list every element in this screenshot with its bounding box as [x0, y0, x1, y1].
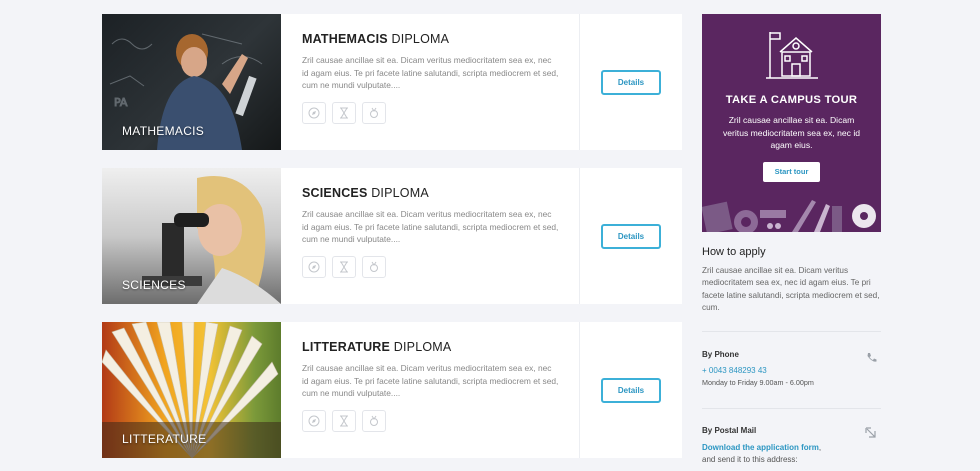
course-image-sciences[interactable]: SCIENCES	[102, 168, 281, 304]
phone-icon	[866, 350, 877, 368]
course-caption: MATHEMACIS	[122, 124, 205, 138]
divider	[702, 331, 881, 332]
phone-number[interactable]: + 0043 848293 43	[702, 366, 881, 375]
course-title-bold: MATHEMACIS	[302, 32, 388, 46]
phone-label: By Phone	[702, 350, 739, 359]
medal-icon	[362, 101, 386, 124]
medal-icon	[362, 409, 386, 432]
phone-hours: Monday to Friday 9.00am - 6.00pm	[702, 378, 814, 387]
course-cta: Details	[580, 322, 682, 458]
course-card-sciences: SCIENCES SCIENCES DIPLOMA Zril causae an…	[102, 168, 682, 304]
course-cta: Details	[580, 14, 682, 150]
course-title[interactable]: MATHEMACIS DIPLOMA	[302, 32, 559, 46]
course-features	[302, 255, 559, 278]
apply-title: How to apply	[702, 246, 766, 258]
course-card-litterature: LITTERATURE LITTERATURE DIPLOMA Zril cau…	[102, 322, 682, 458]
course-description: Zril causae ancillae sit ea. Dicam verit…	[302, 55, 559, 90]
mail-line: Download the application form,	[702, 443, 881, 452]
compass-icon	[302, 255, 326, 278]
course-description: Zril causae ancillae sit ea. Dicam verit…	[302, 209, 559, 244]
course-image-litterature[interactable]: LITTERATURE	[102, 322, 281, 458]
course-title-rest: DIPLOMA	[391, 32, 450, 46]
course-card-mathematics: PA MATHEMACIS MATHEMACIS DIPLOMA Zril ca…	[102, 14, 682, 150]
course-features	[302, 409, 559, 432]
course-body: MATHEMACIS DIPLOMA Zril causae ancillae …	[281, 14, 580, 150]
compass-icon	[302, 409, 326, 432]
mail-link-punct: ,	[818, 443, 822, 452]
course-image-mathematics[interactable]: PA MATHEMACIS	[102, 14, 281, 150]
course-features	[302, 101, 559, 124]
course-title-rest: DIPLOMA	[393, 340, 452, 354]
hourglass-icon	[332, 255, 356, 278]
mail-text: and send it to this address:	[702, 455, 798, 464]
apply-text: Zril causae ancillae sit ea. Dicam verit…	[702, 266, 880, 312]
mail-external-icon	[865, 426, 877, 444]
course-caption: SCIENCES	[122, 278, 186, 292]
course-title-bold: LITTERATURE	[302, 340, 391, 354]
mail-label: By Postal Mail	[702, 426, 757, 435]
hourglass-icon	[332, 101, 356, 124]
start-tour-button[interactable]: Start tour	[763, 161, 820, 182]
medal-icon	[362, 255, 386, 278]
download-form-link[interactable]: Download the application form	[702, 443, 819, 452]
details-button[interactable]: Details	[601, 377, 661, 403]
compass-icon	[302, 101, 326, 124]
hourglass-icon	[332, 409, 356, 432]
svg-text:PA: PA	[114, 96, 128, 109]
course-caption: LITTERATURE	[122, 432, 207, 446]
course-title-bold: SCIENCES	[302, 186, 368, 200]
school-supplies-illustration	[702, 200, 876, 232]
promo-text: Zril causae ancillae sit ea. Dicam verit…	[722, 115, 861, 150]
course-title[interactable]: SCIENCES DIPLOMA	[302, 186, 559, 200]
divider	[702, 408, 881, 409]
details-button[interactable]: Details	[601, 69, 661, 95]
course-body: SCIENCES DIPLOMA Zril causae ancillae si…	[281, 168, 580, 304]
campus-tour-banner: TAKE A CAMPUS TOUR Zril causae ancillae …	[702, 14, 881, 232]
course-title[interactable]: LITTERATURE DIPLOMA	[302, 340, 559, 354]
course-body: LITTERATURE DIPLOMA Zril causae ancillae…	[281, 322, 580, 458]
course-cta: Details	[580, 168, 682, 304]
details-button[interactable]: Details	[601, 223, 661, 249]
school-building-icon	[766, 32, 818, 79]
course-description: Zril causae ancillae sit ea. Dicam verit…	[302, 363, 559, 398]
course-title-rest: DIPLOMA	[371, 186, 429, 200]
contact-postal-mail: By Postal Mail Download the application …	[702, 426, 881, 464]
how-to-apply: How to apply Zril causae ancillae sit ea…	[702, 246, 881, 314]
contact-phone: By Phone + 0043 848293 43 Monday to Frid…	[702, 350, 881, 387]
promo-title: TAKE A CAMPUS TOUR	[725, 94, 858, 106]
